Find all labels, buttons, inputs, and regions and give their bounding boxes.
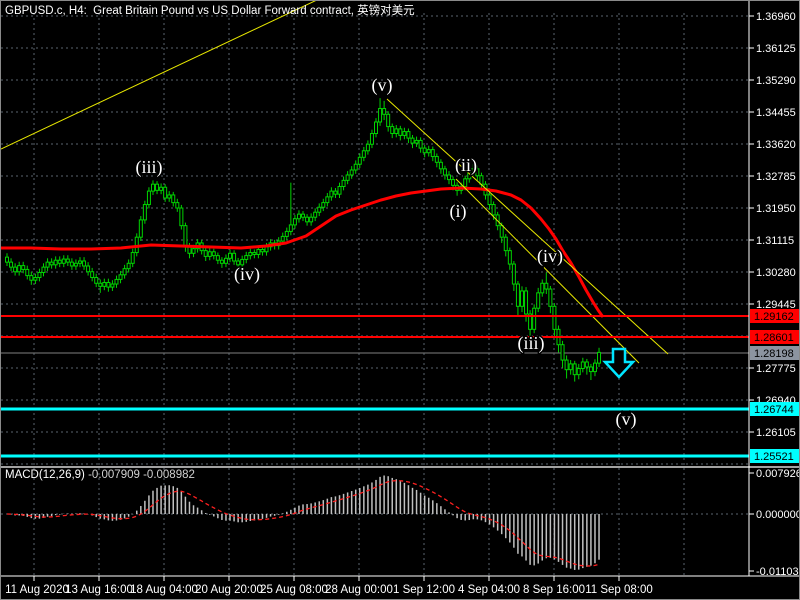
grid-lines (1, 13, 749, 575)
moving-average-line[interactable] (1, 186, 605, 318)
svg-text:1.32785: 1.32785 (756, 171, 796, 183)
svg-text:(iii): (iii) (136, 157, 163, 178)
chart-window: (iii) (iv) (v) (ii) (i) (iv) (iii) (v) 1.36960 1.… (0, 0, 800, 600)
macd-name: MACD(12,26,9) (5, 469, 85, 481)
trendlines[interactable] (1, 1, 669, 364)
svg-text:1.29162: 1.29162 (754, 311, 794, 323)
svg-text:1.30280: 1.30280 (756, 267, 796, 279)
svg-text:(ii): (ii) (455, 155, 477, 176)
svg-text:11 Aug 2020: 11 Aug 2020 (5, 584, 69, 596)
svg-text:4 Sep 04:00: 4 Sep 04:00 (458, 584, 520, 596)
svg-text:1.35290: 1.35290 (756, 75, 796, 87)
svg-text:1.36960: 1.36960 (756, 11, 796, 23)
chart-canvas[interactable]: (iii)(iv)(v)(ii)(i)(iv)(iii)(v)1.369601.… (1, 1, 800, 600)
svg-text:1 Sep 12:00: 1 Sep 12:00 (393, 584, 455, 596)
svg-text:(iii): (iii) (518, 333, 545, 354)
horizontal-level-lines[interactable] (1, 315, 749, 458)
svg-text:1.34455: 1.34455 (756, 107, 796, 119)
time-axis[interactable]: 11 Aug 202013 Aug 16:0018 Aug 04:0020 Au… (5, 576, 653, 596)
svg-text:(iv): (iv) (537, 246, 563, 267)
svg-text:8 Sep 16:00: 8 Sep 16:00 (523, 584, 585, 596)
chart-title: GBPUSD.c, H4: Great Britain Pound vs US … (5, 5, 415, 17)
macd-panel (6, 475, 600, 570)
svg-text:18 Aug 04:00: 18 Aug 04:00 (130, 584, 198, 596)
svg-text:1.36125: 1.36125 (756, 43, 796, 55)
svg-text:(v): (v) (372, 75, 393, 96)
svg-text:1.26105: 1.26105 (756, 427, 796, 439)
svg-text:0.000000: 0.000000 (756, 509, 800, 521)
macd-main-value: -0.007909 (88, 469, 140, 481)
svg-text:1.31115: 1.31115 (756, 235, 794, 247)
svg-text:(iv): (iv) (234, 264, 260, 285)
svg-text:1.26744: 1.26744 (754, 404, 794, 416)
svg-text:1.31950: 1.31950 (756, 203, 796, 215)
svg-text:11 Sep 08:00: 11 Sep 08:00 (585, 584, 653, 596)
svg-text:1.25521: 1.25521 (754, 451, 794, 463)
svg-text:1.28198: 1.28198 (754, 348, 794, 360)
svg-text:-0.011035: -0.011035 (756, 566, 800, 578)
svg-text:0.007926: 0.007926 (756, 468, 800, 480)
svg-text:28 Aug 00:00: 28 Aug 00:00 (325, 584, 393, 596)
svg-text:25 Aug 08:00: 25 Aug 08:00 (260, 584, 328, 596)
svg-text:1.28601: 1.28601 (754, 332, 794, 344)
svg-text:(v): (v) (616, 409, 637, 430)
svg-text:1.33620: 1.33620 (756, 139, 796, 151)
price-axis[interactable]: 1.36960 1.36125 1.35290 1.34455 1.33620 1.327… (749, 11, 800, 578)
svg-text:20 Aug 20:00: 20 Aug 20:00 (195, 584, 263, 596)
macd-signal-value: -0.008982 (143, 469, 195, 481)
svg-text:13 Aug 16:00: 13 Aug 16:00 (65, 584, 133, 596)
macd-indicator-label: MACD(12,26,9) -0.007909 -0.008982 (5, 469, 195, 481)
svg-text:1.27775: 1.27775 (756, 363, 796, 375)
svg-text:(i): (i) (450, 201, 467, 222)
